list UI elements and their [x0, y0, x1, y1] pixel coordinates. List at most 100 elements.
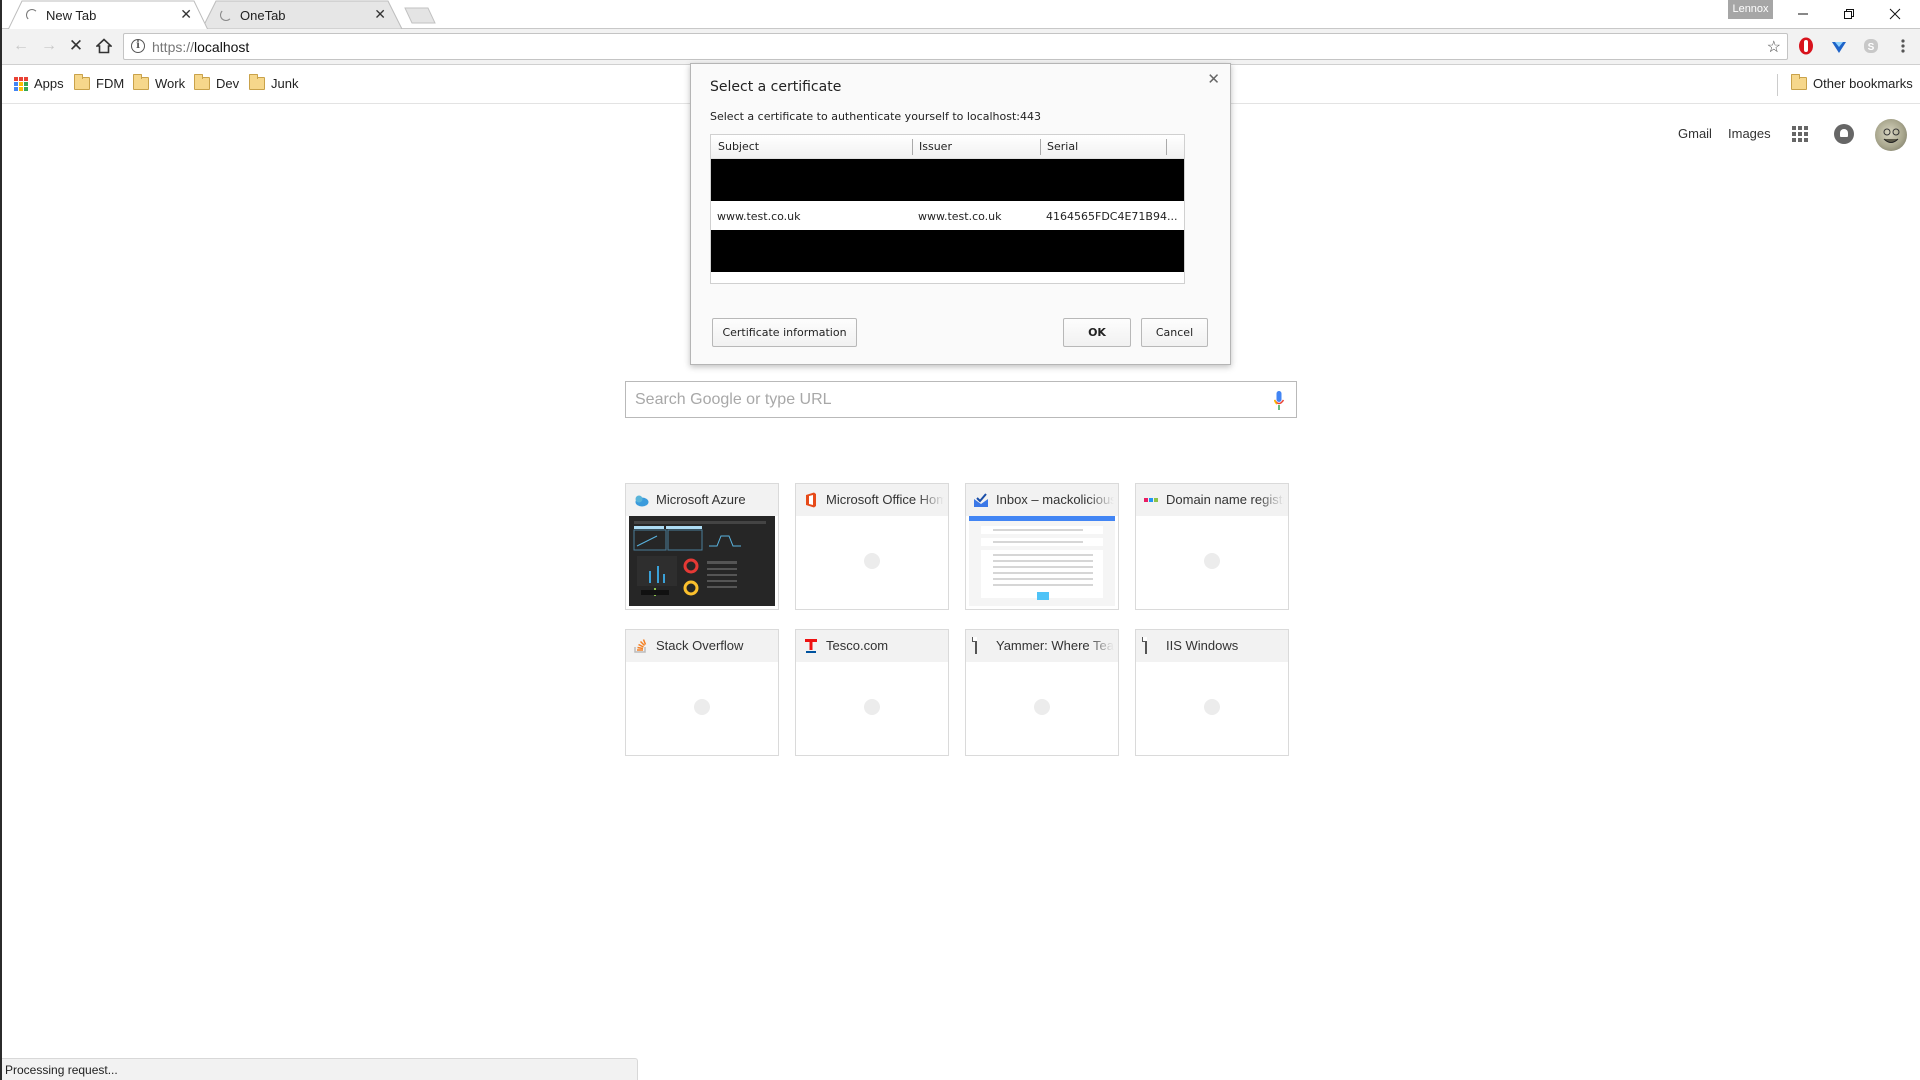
loading-dot [1204, 699, 1220, 715]
tile-thumbnail [799, 516, 945, 606]
skype-icon[interactable]: S [1861, 36, 1881, 56]
loading-spinner-icon [220, 9, 232, 21]
address-url[interactable]: https://localhost [152, 39, 249, 55]
tab-new-tab[interactable]: New Tab ✕ [8, 0, 208, 30]
tab-onetab[interactable]: OneTab ✕ [202, 0, 402, 29]
bookmark-apps[interactable]: Apps [14, 76, 64, 91]
loading-dot [1204, 553, 1220, 569]
column-divider[interactable] [1166, 139, 1167, 155]
tile-title: Tesco.com [826, 638, 889, 653]
most-visited-tile[interactable]: Microsoft Azure [625, 483, 779, 610]
svg-text:S: S [1868, 42, 1875, 53]
gmail-link[interactable]: Gmail [1678, 126, 1712, 141]
home-icon [96, 38, 112, 54]
bookmark-other-bookmarks[interactable]: Other bookmarks [1791, 74, 1913, 91]
most-visited-tile[interactable]: Tesco.com [795, 629, 949, 756]
document-icon [973, 637, 989, 654]
bookmark-folder-fdm[interactable]: FDM [74, 74, 125, 91]
cancel-button[interactable]: Cancel [1141, 318, 1208, 347]
column-divider[interactable] [1040, 139, 1041, 155]
column-divider[interactable] [912, 139, 913, 155]
dialog-close-icon[interactable]: ✕ [1207, 70, 1220, 88]
bookmark-folder-junk[interactable]: Junk [249, 74, 299, 91]
tile-header: Microsoft Azure [626, 484, 778, 516]
tile-title: Yammer: Where Teams [996, 638, 1114, 653]
tile-thumbnail [629, 662, 775, 752]
search-box[interactable] [625, 381, 1297, 418]
bookmark-label: Other bookmarks [1813, 76, 1913, 91]
bookmark-folder-work[interactable]: Work [133, 74, 185, 91]
most-visited-tile[interactable]: Microsoft Office Home [795, 483, 949, 610]
certificate-table[interactable]: Subject Issuer Serial www.test.co.uk www… [710, 134, 1185, 284]
certificate-information-button[interactable]: Certificate information [712, 318, 857, 347]
window-edge [0, 0, 2, 1080]
close-window-button[interactable] [1872, 0, 1918, 28]
loading-dot [864, 699, 880, 715]
loading-dot [1034, 699, 1050, 715]
minimize-button[interactable] [1780, 0, 1826, 28]
most-visited-tile[interactable]: IIS Windows [1135, 629, 1289, 756]
inbox-icon [974, 493, 988, 507]
images-link[interactable]: Images [1728, 126, 1771, 141]
search-input[interactable] [626, 382, 1246, 417]
close-icon [1889, 8, 1901, 20]
table-row-redacted[interactable] [711, 159, 1184, 201]
most-visited-tile[interactable]: Stack Overflow [625, 629, 779, 756]
tile-header: Microsoft Office Home [796, 484, 948, 516]
tile-title: Microsoft Azure [656, 492, 746, 507]
stop-button[interactable]: ✕ [63, 33, 89, 59]
stop-x-icon: ✕ [68, 36, 84, 55]
microphone-icon[interactable] [1274, 391, 1284, 411]
bookmark-folder-dev[interactable]: Dev [194, 74, 239, 91]
address-bar[interactable]: i https://localhost ☆ [123, 33, 1788, 60]
tile-thumbnail [1139, 662, 1285, 752]
bookmark-label: Junk [271, 76, 299, 91]
loading-spinner-icon [26, 9, 38, 21]
back-button[interactable]: ← [8, 33, 34, 59]
folder-icon [249, 74, 265, 90]
folder-icon [194, 74, 210, 90]
tile-thumbnail [969, 662, 1115, 752]
site-info-icon[interactable]: i [131, 39, 145, 53]
table-row[interactable]: www.test.co.uk www.test.co.uk 4164565FDC… [711, 202, 1184, 230]
table-row-redacted[interactable] [711, 230, 1184, 272]
ok-button[interactable]: OK [1063, 318, 1131, 347]
tile-title: Stack Overflow [656, 638, 744, 653]
vpn-extension-icon[interactable] [1829, 36, 1849, 56]
bookmark-star-icon[interactable]: ☆ [1767, 37, 1781, 57]
close-tab-icon[interactable]: ✕ [374, 6, 386, 23]
column-header-subject[interactable]: Subject [718, 140, 759, 153]
forward-button[interactable]: → [36, 33, 62, 59]
bookmark-label: FDM [96, 76, 125, 91]
column-header-serial[interactable]: Serial [1047, 140, 1078, 153]
most-visited-tile[interactable]: Inbox – mackolicious@ [965, 483, 1119, 610]
tile-title: IIS Windows [1166, 638, 1239, 653]
menu-kebab-icon[interactable] [1893, 36, 1913, 56]
notifications-bell-icon[interactable] [1834, 124, 1854, 144]
avatar[interactable] [1875, 119, 1907, 151]
tile-title: Inbox – mackolicious@ [996, 492, 1114, 507]
tab-title: OneTab [240, 8, 286, 23]
new-tab-button[interactable] [404, 7, 436, 24]
restore-icon [1844, 9, 1854, 19]
home-button[interactable] [91, 33, 117, 59]
status-bubble: Processing request... [0, 1058, 638, 1080]
tile-header: Stack Overflow [626, 630, 778, 662]
bookmarks-divider [1777, 74, 1778, 96]
tile-header: Domain name registration [1136, 484, 1288, 516]
azure-dashboard-thumbnail [629, 516, 775, 606]
tile-header: Tesco.com [796, 630, 948, 662]
close-tab-icon[interactable]: ✕ [180, 6, 192, 23]
column-header-issuer[interactable]: Issuer [919, 140, 952, 153]
profile-badge[interactable]: Lennox [1728, 0, 1773, 19]
cell-issuer: www.test.co.uk [918, 210, 1002, 223]
table-header: Subject Issuer Serial [711, 135, 1184, 159]
opera-adblock-icon[interactable] [1796, 36, 1816, 56]
most-visited-tile[interactable]: Domain name registration [1135, 483, 1289, 610]
minimize-icon [1798, 13, 1808, 15]
folder-icon [74, 74, 90, 90]
bookmark-label: Apps [34, 76, 64, 91]
restore-button[interactable] [1826, 0, 1872, 28]
google-apps-icon[interactable] [1792, 126, 1808, 142]
most-visited-tile[interactable]: Yammer: Where Teams [965, 629, 1119, 756]
